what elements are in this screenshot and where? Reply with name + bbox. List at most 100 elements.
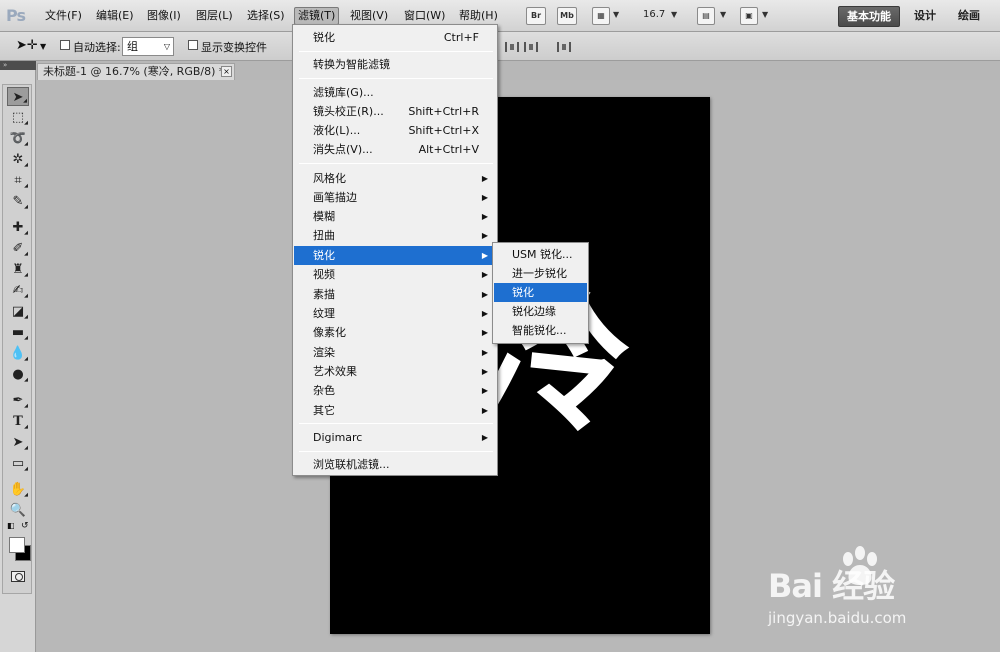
menu-item-label: 艺术效果	[313, 365, 357, 378]
path-selection-tool-icon[interactable]: ➤ ◢	[7, 433, 29, 452]
menu-item-texture[interactable]: 纹理 ▶	[294, 304, 496, 323]
view-extras-icon[interactable]: ▦	[592, 7, 610, 25]
menu-item-pixelate[interactable]: 像素化 ▶	[294, 323, 496, 342]
chevron-down-icon[interactable]: ▼	[671, 10, 677, 19]
app-bar: Ps 文件(F) 编辑(E) 图像(I) 图层(L) 选择(S) 滤镜(T) 视…	[0, 0, 1000, 32]
chevron-down-icon[interactable]: ▼	[40, 42, 46, 51]
show-transform-checkbox[interactable]	[188, 40, 198, 50]
menu-separator	[299, 451, 493, 452]
default-colors-icon[interactable]: ◧	[7, 521, 15, 530]
menu-item-label: 液化(L)...	[313, 124, 361, 137]
chevron-right-icon: ▶	[481, 433, 488, 442]
menu-item-shortcut: Shift+Ctrl+X	[408, 124, 479, 137]
menu-edit[interactable]: 编辑(E)	[93, 8, 137, 26]
brush-tool-icon[interactable]: ✐ ◢	[7, 239, 29, 258]
mini-bridge-button[interactable]: Mb	[557, 7, 577, 25]
menu-layer[interactable]: 图层(L)	[193, 8, 236, 26]
pen-tool-icon[interactable]: ✒ ◢	[7, 391, 29, 410]
blur-tool-icon[interactable]: 💧 ◢	[7, 344, 29, 363]
chevron-right-icon: ▶	[481, 386, 488, 395]
healing-brush-tool-icon[interactable]: ✚ ◢	[7, 218, 29, 237]
menu-select[interactable]: 选择(S)	[244, 8, 288, 26]
lasso-tool-icon[interactable]: ➰ ◢	[7, 129, 29, 148]
align-icon[interactable]	[524, 42, 538, 52]
bridge-button[interactable]: Br	[526, 7, 546, 25]
zoom-level[interactable]: 16.7	[643, 9, 665, 20]
menu-item-liquify[interactable]: 液化(L)... Shift+Ctrl+X	[294, 121, 496, 140]
move-tool-icon[interactable]: ➤ ◢	[7, 87, 29, 106]
chevron-down-icon[interactable]: ▼	[762, 10, 768, 19]
move-tool-preset-icon[interactable]: ➤✛	[16, 38, 38, 53]
menu-item-render[interactable]: 渲染 ▶	[294, 343, 496, 362]
chevron-down-icon[interactable]: ▼	[613, 10, 619, 19]
chevron-right-icon: ▶	[481, 270, 488, 279]
shape-tool-icon[interactable]: ▭ ◢	[7, 454, 29, 473]
chevron-right-icon: ▶	[481, 367, 488, 376]
eraser-tool-icon[interactable]: ◪ ◢	[7, 302, 29, 321]
menu-item-convert-smart-filters[interactable]: 转换为智能滤镜	[294, 55, 496, 74]
menu-item-video[interactable]: 视频 ▶	[294, 265, 496, 284]
menu-item-other[interactable]: 其它 ▶	[294, 401, 496, 420]
chevron-right-icon: ▶	[481, 212, 488, 221]
submenu-item-sharpen-edges[interactable]: 锐化边缘	[494, 302, 587, 321]
menu-item-artistic[interactable]: 艺术效果 ▶	[294, 362, 496, 381]
menu-item-last-filter[interactable]: 锐化 Ctrl+F	[294, 28, 496, 47]
auto-select-dropdown[interactable]: 组 ▽	[122, 37, 174, 56]
quick-mask-icon[interactable]	[11, 571, 25, 582]
watermark-url: jingyan.baidu.com	[768, 609, 907, 627]
workspace-essentials[interactable]: 基本功能	[838, 6, 900, 27]
menu-image[interactable]: 图像(I)	[144, 8, 184, 26]
chevron-right-icon: ▶	[481, 348, 488, 357]
menu-file[interactable]: 文件(F)	[42, 8, 85, 26]
zoom-tool-icon[interactable]: 🔍	[7, 501, 29, 520]
menu-item-vanishing-point[interactable]: 消失点(V)... Alt+Ctrl+V	[294, 140, 496, 159]
marquee-tool-icon[interactable]: ⬚ ◢	[7, 108, 29, 127]
menu-item-label: 渲染	[313, 346, 335, 359]
gradient-tool-icon[interactable]: ▬ ◢	[7, 323, 29, 342]
menu-item-stylize[interactable]: 风格化 ▶	[294, 169, 496, 188]
menu-item-sketch[interactable]: 素描 ▶	[294, 285, 496, 304]
crop-tool-icon[interactable]: ⌗ ◢	[7, 171, 29, 190]
workspace-painting[interactable]: 绘画	[950, 6, 988, 27]
workspace-design[interactable]: 设计	[906, 6, 944, 27]
submenu-item-unsharp-mask[interactable]: USM 锐化...	[494, 245, 587, 264]
menu-item-shortcut: Shift+Ctrl+R	[408, 105, 479, 118]
submenu-item-sharpen[interactable]: 锐化	[494, 283, 587, 302]
document-tab[interactable]: 未标题-1 @ 16.7% (寒冷, RGB/8) *	[37, 63, 235, 80]
menu-item-blur[interactable]: 模糊 ▶	[294, 207, 496, 226]
menu-filter[interactable]: 滤镜(T)	[294, 7, 340, 25]
distribute-icon[interactable]	[557, 42, 571, 52]
menu-item-filter-gallery[interactable]: 滤镜库(G)...	[294, 83, 496, 102]
menu-item-browse-online-filters[interactable]: 浏览联机滤镜...	[294, 455, 496, 474]
close-icon[interactable]: ×	[221, 66, 232, 77]
align-icon[interactable]	[505, 42, 519, 52]
submenu-item-smart-sharpen[interactable]: 智能锐化...	[494, 321, 587, 340]
swap-colors-icon[interactable]: ↺	[21, 521, 29, 531]
menu-item-brush-strokes[interactable]: 画笔描边 ▶	[294, 188, 496, 207]
options-bar: ➤✛ ▼ 自动选择: 组 ▽ 显示变换控件	[0, 32, 1000, 61]
eyedropper-tool-icon[interactable]: ✎ ◢	[7, 192, 29, 211]
chevron-right-icon: ▶	[481, 231, 488, 240]
menu-item-sharpen[interactable]: 锐化 ▶	[294, 246, 496, 265]
menu-item-distort[interactable]: 扭曲 ▶	[294, 226, 496, 245]
chevron-down-icon[interactable]: ▼	[720, 10, 726, 19]
submenu-item-sharpen-more[interactable]: 进一步锐化	[494, 264, 587, 283]
hand-tool-icon[interactable]: ✋ ◢	[7, 480, 29, 499]
menu-item-label: 风格化	[313, 172, 346, 185]
menu-item-noise[interactable]: 杂色 ▶	[294, 381, 496, 400]
auto-select-checkbox[interactable]	[60, 40, 70, 50]
sharpen-submenu: USM 锐化... 进一步锐化 锐化 锐化边缘 智能锐化...	[492, 242, 589, 344]
foreground-color-swatch[interactable]	[9, 537, 25, 553]
chevron-right-icon: ▶	[481, 193, 488, 202]
dodge-tool-icon[interactable]: ● ◢	[7, 365, 29, 384]
clone-stamp-tool-icon[interactable]: ♜ ◢	[7, 260, 29, 279]
screen-mode-icon[interactable]: ▣	[740, 7, 758, 25]
chevron-right-icon: ▶	[481, 290, 488, 299]
menu-item-digimarc[interactable]: Digimarc ▶	[294, 428, 496, 447]
collapse-panel-icon[interactable]: »	[0, 61, 36, 70]
type-tool-icon[interactable]: T ◢	[7, 412, 29, 431]
history-brush-tool-icon[interactable]: ✍ ◢	[7, 281, 29, 300]
arrange-documents-icon[interactable]: ▤	[697, 7, 715, 25]
menu-item-lens-correction[interactable]: 镜头校正(R)... Shift+Ctrl+R	[294, 102, 496, 121]
quick-select-tool-icon[interactable]: ✲ ◢	[7, 150, 29, 169]
